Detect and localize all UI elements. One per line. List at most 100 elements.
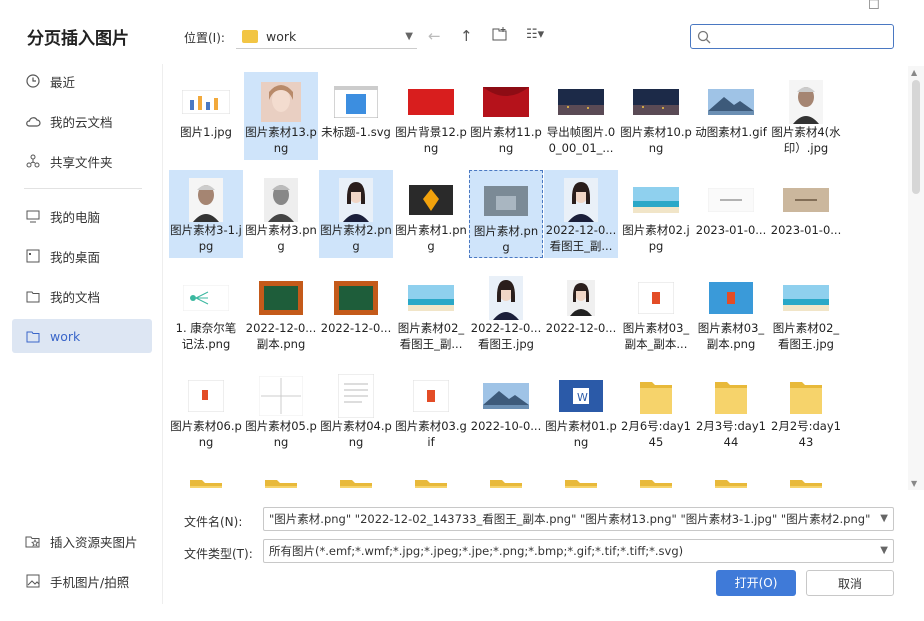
location-dropdown[interactable]: work ▼ xyxy=(236,25,417,49)
document-icon xyxy=(25,288,41,304)
file-item[interactable]: 图片素材10.png xyxy=(619,72,693,160)
folder-item[interactable] xyxy=(769,464,843,488)
file-item[interactable]: 图片素材02.jpg xyxy=(619,170,693,258)
file-item[interactable]: 导出帧图片.00_00_01_... xyxy=(544,72,618,160)
file-item[interactable]: 2022-12-0...副本.png xyxy=(244,268,318,356)
file-item[interactable]: 1. 康奈尔笔记法.png xyxy=(169,268,243,356)
file-name: 图片素材03_副本.png xyxy=(697,321,765,351)
sidebar-item-desktop[interactable]: 我的桌面 xyxy=(12,239,152,273)
file-thumbnail xyxy=(330,178,382,222)
file-thumbnail xyxy=(480,179,532,223)
folder-icon xyxy=(630,374,682,418)
file-item[interactable]: 图片1.jpg xyxy=(169,72,243,160)
folder-icon xyxy=(330,472,382,488)
file-name: 图片素材4(水印）.jpg xyxy=(771,125,841,155)
file-item[interactable]: 2022-12-0... xyxy=(319,268,393,356)
file-item[interactable]: 图片素材13.png xyxy=(244,72,318,160)
sidebar-item-shared[interactable]: 共享文件夹 xyxy=(12,144,152,178)
file-thumbnail xyxy=(630,276,682,320)
file-item[interactable]: 图片素材.png xyxy=(469,170,543,258)
folder-icon xyxy=(25,328,41,344)
file-name: 图片素材04.png xyxy=(320,419,392,449)
sidebar-item-computer[interactable]: 我的电脑 xyxy=(12,199,152,233)
vertical-scrollbar[interactable]: ▲ ▼ xyxy=(908,66,924,490)
file-item[interactable]: 图片素材3.png xyxy=(244,170,318,258)
new-folder-icon[interactable] xyxy=(492,27,508,46)
file-thumbnail xyxy=(330,374,382,418)
file-item[interactable]: 图片素材03_副本.png xyxy=(694,268,768,356)
file-item[interactable]: W 图片素材01.png xyxy=(544,366,618,454)
folder-item[interactable] xyxy=(619,464,693,488)
file-item[interactable]: 图片素材03.gif xyxy=(394,366,468,454)
sidebar-divider xyxy=(24,188,142,189)
file-name: 图片素材11.png xyxy=(470,125,542,155)
sidebar-bottom: 插入资源夹图片 手机图片/拍照 xyxy=(12,524,162,604)
file-item[interactable]: 2022-10-0... xyxy=(469,366,543,454)
file-item[interactable]: 图片素材06.png xyxy=(169,366,243,454)
file-item[interactable]: 未标题-1.svg xyxy=(319,72,393,160)
file-item[interactable]: 2022-12-0...看图王.jpg xyxy=(469,268,543,356)
view-mode-icon[interactable]: ☷▾ xyxy=(526,27,544,42)
folder-item[interactable] xyxy=(244,464,318,488)
scrollbar-thumb[interactable] xyxy=(912,80,920,194)
file-item[interactable]: 动图素材1.gif xyxy=(694,72,768,160)
file-item[interactable]: 图片素材4(水印）.jpg xyxy=(769,72,843,160)
file-name: 2022-12-0... xyxy=(545,321,617,335)
location-label: 位置(I): xyxy=(184,31,225,45)
folder-item[interactable] xyxy=(694,464,768,488)
file-name: 2023-01-0... xyxy=(695,223,767,237)
star-folder-icon xyxy=(25,533,41,549)
filename-label: 文件名(N): xyxy=(184,515,243,529)
scroll-down-icon[interactable]: ▼ xyxy=(911,479,917,488)
folder-item[interactable] xyxy=(394,464,468,488)
file-item[interactable]: 图片素材2.png xyxy=(319,170,393,258)
file-name: 图片素材13.png xyxy=(245,125,317,155)
file-item[interactable]: 图片素材02_看图王_副... xyxy=(394,268,468,356)
sidebar-item-work[interactable]: work xyxy=(12,319,152,353)
phone-image-link[interactable]: 手机图片/拍照 xyxy=(12,564,162,598)
file-item[interactable]: 2023-01-0... xyxy=(694,170,768,258)
file-item[interactable]: 图片素材03_副本_副本... xyxy=(619,268,693,356)
up-arrow-icon[interactable]: ↑ xyxy=(460,27,473,45)
insert-resource-folder-link[interactable]: 插入资源夹图片 xyxy=(12,524,162,558)
sidebar-item-recent[interactable]: 最近 xyxy=(12,64,152,98)
folder-item[interactable] xyxy=(319,464,393,488)
folder-item[interactable] xyxy=(544,464,618,488)
file-thumbnail xyxy=(405,80,457,124)
folder-item[interactable]: 2月3号:day144 xyxy=(694,366,768,454)
file-item[interactable]: 图片素材1.png xyxy=(394,170,468,258)
file-item[interactable]: 图片背景12.png xyxy=(394,72,468,160)
file-item[interactable]: 2023-01-0... xyxy=(769,170,843,258)
file-item[interactable]: 图片素材02_看图王.jpg xyxy=(769,268,843,356)
file-item[interactable]: 图片素材11.png xyxy=(469,72,543,160)
folder-item[interactable]: 2月6号:day145 xyxy=(619,366,693,454)
search-input[interactable] xyxy=(690,24,894,49)
sidebar-item-label: 我的文档 xyxy=(50,289,101,305)
file-item[interactable]: 2022-12-0...看图王_副... xyxy=(544,170,618,258)
file-item[interactable]: 图片素材3-1.jpg xyxy=(169,170,243,258)
folder-icon xyxy=(480,472,532,488)
filename-input[interactable]: "图片素材.png" "2022-12-02_143733_看图王_副本.png… xyxy=(263,507,894,531)
file-name: 2月6号:day145 xyxy=(621,419,691,449)
folder-item[interactable]: 2月2号:day143 xyxy=(769,366,843,454)
file-name: 图片素材2.png xyxy=(320,223,392,253)
sidebar-item-cloud[interactable]: 我的云文档 xyxy=(12,104,152,138)
file-item[interactable]: 图片素材04.png xyxy=(319,366,393,454)
file-item[interactable]: 2022-12-0... xyxy=(544,268,618,356)
sidebar-item-label: 插入资源夹图片 xyxy=(50,534,138,550)
folder-icon xyxy=(780,472,832,488)
folder-item[interactable] xyxy=(469,464,543,488)
cancel-button[interactable]: 取消 xyxy=(806,570,894,596)
filetype-select[interactable]: 所有图片(*.emf;*.wmf;*.jpg;*.jpeg;*.jpe;*.pn… xyxy=(263,539,894,563)
file-item[interactable]: 图片素材05.png xyxy=(244,366,318,454)
sidebar-item-label: 共享文件夹 xyxy=(50,154,113,170)
back-arrow-icon[interactable]: ← xyxy=(428,27,441,45)
open-button[interactable]: 打开(O) xyxy=(716,570,796,596)
sidebar-item-documents[interactable]: 我的文档 xyxy=(12,279,152,313)
scroll-up-icon[interactable]: ▲ xyxy=(911,68,917,77)
file-name: 导出帧图片.00_00_01_... xyxy=(546,125,616,155)
close-icon[interactable]: ☐ xyxy=(868,0,894,12)
file-thumbnail xyxy=(255,374,307,418)
folder-item[interactable] xyxy=(169,464,243,488)
file-thumbnail xyxy=(180,80,232,124)
